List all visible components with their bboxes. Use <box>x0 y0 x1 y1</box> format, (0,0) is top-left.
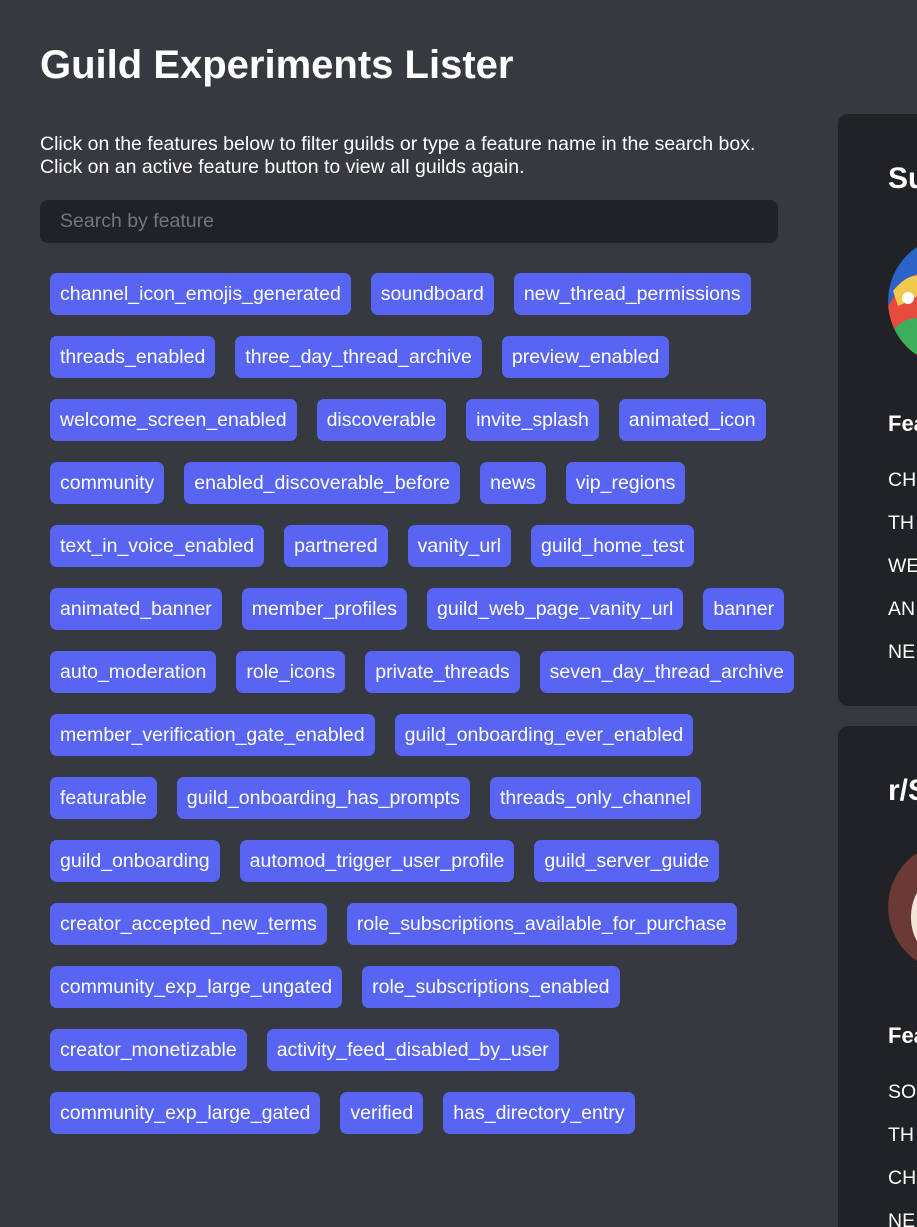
guild-name: r/S <box>888 774 917 807</box>
guild-icon <box>888 842 917 972</box>
feature-button-role-icons[interactable]: role_icons <box>236 651 346 693</box>
guild-name: Su <box>888 162 917 195</box>
feature-button-partnered[interactable]: partnered <box>284 525 388 567</box>
feature-button-enabled-discoverable-before[interactable]: enabled_discoverable_before <box>184 462 461 504</box>
page-title: Guild Experiments Lister <box>40 43 514 87</box>
guild-avatar-image <box>888 246 917 366</box>
feature-button-creator-accepted-new-terms[interactable]: creator_accepted_new_terms <box>50 903 327 945</box>
feature-button-activity-feed-disabled-by-user[interactable]: activity_feed_disabled_by_user <box>266 1029 559 1071</box>
guild-feature-item: NE <box>888 641 916 663</box>
feature-button-invite-splash[interactable]: invite_splash <box>466 399 599 441</box>
feature-button-vanity-url[interactable]: vanity_url <box>407 525 512 567</box>
search-input[interactable] <box>40 200 778 243</box>
feature-button-member-verification-gate-enabled[interactable]: member_verification_gate_enabled <box>50 714 375 756</box>
feature-button-member-profiles[interactable]: member_profiles <box>241 588 408 630</box>
guild-feature-item: TH <box>888 1124 914 1146</box>
feature-button-three-day-thread-archive[interactable]: three_day_thread_archive <box>235 336 482 378</box>
feature-button-banner[interactable]: banner <box>703 588 785 630</box>
guild-feature-item: CH <box>888 469 917 491</box>
guild-feature-list: CH TH WE AN NE <box>888 459 917 674</box>
feature-button-automod-trigger-user-profile[interactable]: automod_trigger_user_profile <box>239 840 515 882</box>
instructions-line-2: Click on an active feature button to vie… <box>40 156 525 178</box>
instructions-line-1: Click on the features below to filter gu… <box>40 133 756 155</box>
feature-button-guild-web-page-vanity-url[interactable]: guild_web_page_vanity_url <box>427 588 684 630</box>
feature-button-animated-banner[interactable]: animated_banner <box>50 588 222 630</box>
guild-feature-item: CH <box>888 1167 917 1189</box>
guild-card[interactable]: r/S Fea SO TH CH NE <box>838 726 917 1227</box>
feature-button-threads-enabled[interactable]: threads_enabled <box>50 336 216 378</box>
feature-button-channel-icon-emojis-generated[interactable]: channel_icon_emojis_generated <box>50 273 351 315</box>
feature-button-creator-monetizable[interactable]: creator_monetizable <box>50 1029 247 1071</box>
feature-button-soundboard[interactable]: soundboard <box>370 273 494 315</box>
feature-button-list: channel_icon_emojis_generated soundboard n… <box>50 273 810 1134</box>
guild-feature-item: WE <box>888 555 917 577</box>
feature-button-news[interactable]: news <box>480 462 546 504</box>
guild-avatar-image <box>888 852 917 962</box>
feature-button-preview-enabled[interactable]: preview_enabled <box>501 336 670 378</box>
guild-icon <box>888 236 917 366</box>
feature-button-guild-onboarding-has-prompts[interactable]: guild_onboarding_has_prompts <box>176 777 470 819</box>
feature-button-seven-day-thread-archive[interactable]: seven_day_thread_archive <box>539 651 794 693</box>
feature-button-role-subscriptions-available-for-purchase[interactable]: role_subscriptions_available_for_purchas… <box>346 903 737 945</box>
guild-feature-item: TH <box>888 512 914 534</box>
feature-button-community[interactable]: community <box>50 462 165 504</box>
feature-button-guild-onboarding-ever-enabled[interactable]: guild_onboarding_ever_enabled <box>394 714 694 756</box>
feature-button-guild-home-test[interactable]: guild_home_test <box>531 525 695 567</box>
instructions: Click on the features below to filter gu… <box>40 133 810 179</box>
feature-button-featurable[interactable]: featurable <box>50 777 157 819</box>
feature-button-verified[interactable]: verified <box>340 1092 424 1134</box>
feature-button-vip-regions[interactable]: vip_regions <box>565 462 686 504</box>
feature-button-role-subscriptions-enabled[interactable]: role_subscriptions_enabled <box>362 966 620 1008</box>
feature-button-community-exp-large-ungated[interactable]: community_exp_large_ungated <box>50 966 343 1008</box>
guild-feature-list: SO TH CH NE <box>888 1071 916 1227</box>
guild-feature-item: NE <box>888 1210 916 1227</box>
page: Guild Experiments Lister Click on the fe… <box>0 0 917 1227</box>
feature-button-text-in-voice-enabled[interactable]: text_in_voice_enabled <box>50 525 265 567</box>
feature-button-discoverable[interactable]: discoverable <box>316 399 447 441</box>
feature-button-community-exp-large-gated[interactable]: community_exp_large_gated <box>50 1092 321 1134</box>
features-heading: Fea <box>888 411 917 436</box>
guild-feature-item: AN <box>888 598 916 620</box>
feature-button-private-threads[interactable]: private_threads <box>365 651 520 693</box>
feature-button-guild-server-guide[interactable]: guild_server_guide <box>534 840 720 882</box>
feature-button-welcome-screen-enabled[interactable]: welcome_screen_enabled <box>50 399 297 441</box>
feature-button-threads-only-channel[interactable]: threads_only_channel <box>489 777 701 819</box>
guild-card[interactable]: Su Fea CH TH WE AN NE <box>838 114 917 706</box>
feature-button-animated-icon[interactable]: animated_icon <box>618 399 766 441</box>
features-heading: Fea <box>888 1023 917 1048</box>
feature-button-has-directory-entry[interactable]: has_directory_entry <box>443 1092 635 1134</box>
guild-feature-item: SO <box>888 1081 917 1103</box>
feature-button-guild-onboarding[interactable]: guild_onboarding <box>50 840 220 882</box>
feature-button-auto-moderation[interactable]: auto_moderation <box>50 651 217 693</box>
feature-button-new-thread-permissions[interactable]: new_thread_permissions <box>513 273 751 315</box>
